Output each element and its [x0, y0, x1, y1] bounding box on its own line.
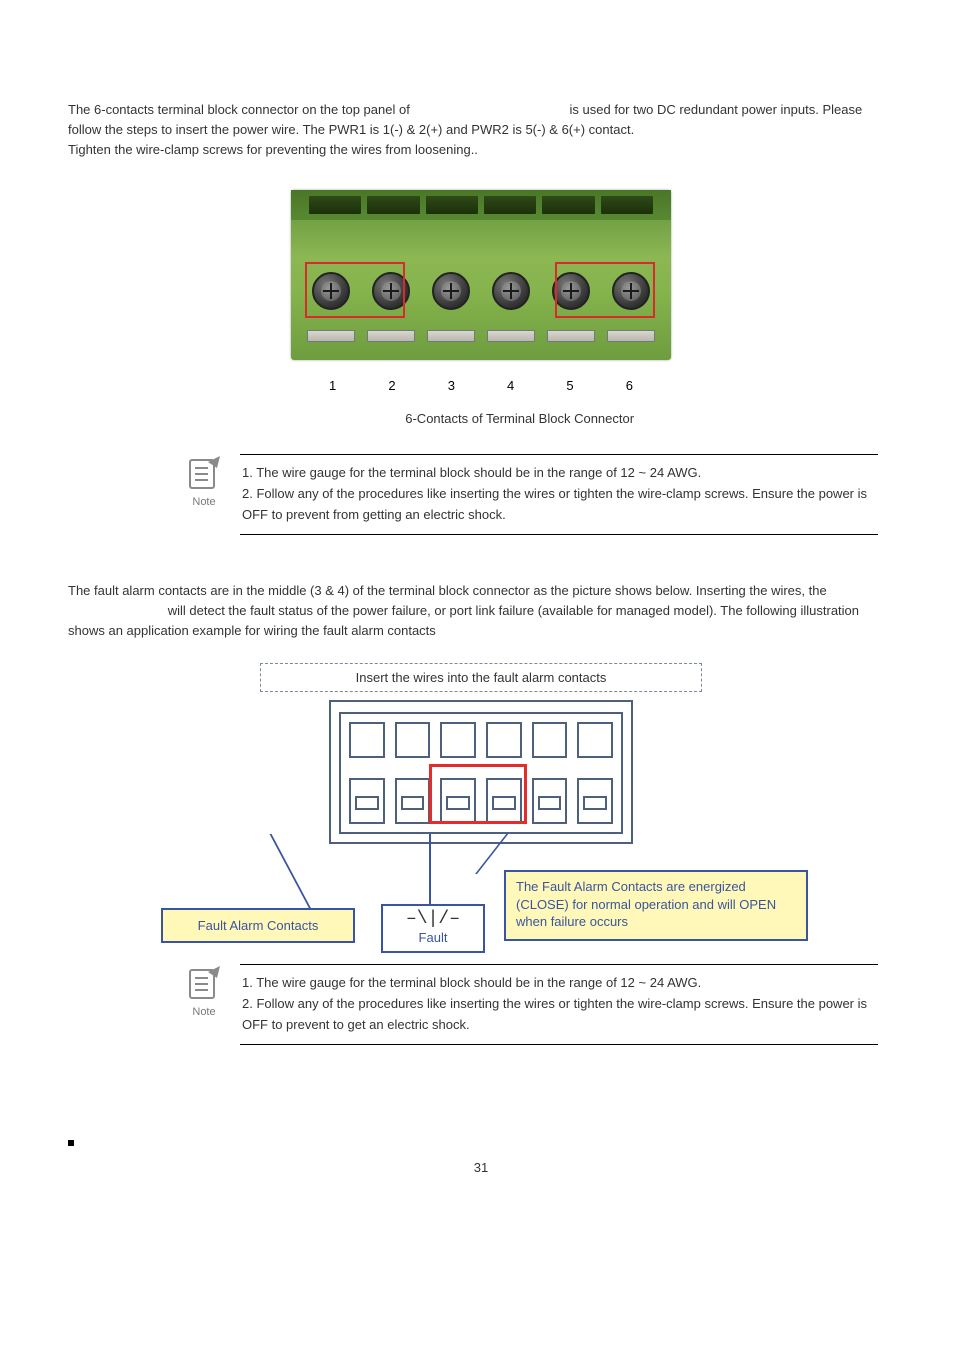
note-block-1: Note 1. The wire gauge for the terminal …	[178, 454, 878, 534]
highlight-box-pwr1	[305, 262, 405, 318]
callout-left: Fault Alarm Contacts	[161, 908, 355, 943]
terminal-number: 6	[600, 378, 659, 393]
terminal-block-figure: 1 2 3 4 5 6	[291, 190, 671, 393]
wire-slot	[426, 196, 478, 214]
callout-connector	[475, 834, 542, 874]
fault-alarm-figure: Insert the wires into the fault alarm co…	[171, 663, 791, 954]
ft-screw-icon	[395, 778, 431, 824]
callout-connector	[270, 834, 381, 912]
wire-slot	[367, 196, 419, 214]
fault-symbol-icon: –\|/–	[383, 906, 483, 930]
fault-highlight-box	[429, 764, 527, 824]
ft-slot	[532, 722, 568, 758]
terminal-number: 2	[362, 378, 421, 393]
wire-slot	[484, 196, 536, 214]
note-label: Note	[178, 1006, 230, 1018]
ft-screw-icon	[577, 778, 613, 824]
fault-terminal-diagram	[329, 700, 633, 844]
note-text: 1. The wire gauge for the terminal block…	[240, 454, 878, 534]
terminal-number: 3	[422, 378, 481, 393]
wire-slot	[601, 196, 653, 214]
wire-slot	[309, 196, 361, 214]
screw-icon	[432, 272, 470, 310]
page-number: 31	[68, 1160, 894, 1175]
fault-top-banner: Insert the wires into the fault alarm co…	[260, 663, 702, 692]
wire-slot	[542, 196, 594, 214]
note-line: 2. Follow any of the procedures like ins…	[242, 484, 876, 526]
ft-slot	[486, 722, 522, 758]
figure-caption-1: Figure 2-14: 6-Contacts of Terminal Bloc…	[68, 411, 894, 426]
terminal-number-row: 1 2 3 4 5 6	[291, 378, 671, 393]
fault-mid-label: Fault	[383, 930, 483, 951]
terminal-number: 4	[481, 378, 540, 393]
screw-icon	[492, 272, 530, 310]
terminal-number: 5	[540, 378, 599, 393]
highlight-box-pwr2	[555, 262, 655, 318]
callout-connector	[429, 834, 431, 904]
ft-slot	[349, 722, 385, 758]
ft-screw-icon	[532, 778, 568, 824]
note-icon: Note	[178, 454, 230, 508]
note-text: 1. The wire gauge for the terminal block…	[240, 964, 878, 1044]
sec1-body: The 6-contacts terminal block connector …	[68, 100, 894, 140]
note-block-2: Note 1. The wire gauge for the terminal …	[178, 964, 878, 1044]
sec2-body: The fault alarm contacts are in the midd…	[68, 581, 894, 641]
note-line: 1. The wire gauge for the terminal block…	[242, 973, 876, 994]
terminal-number: 1	[303, 378, 362, 393]
page: The 6-contacts terminal block connector …	[0, 0, 954, 1215]
note-icon: Note	[178, 964, 230, 1018]
sec1-step: Tighten the wire-clamp screws for preven…	[68, 140, 894, 160]
bullet-row: Digital Input	[68, 1135, 894, 1152]
ft-slot	[440, 722, 476, 758]
ft-screw-icon	[349, 778, 385, 824]
note-label: Note	[178, 496, 230, 508]
bullet-label: Digital Input	[90, 1135, 177, 1152]
note-line: 2. Follow any of the procedures like ins…	[242, 994, 876, 1036]
terminal-block-image	[291, 190, 671, 360]
callout-mid: –\|/– Fault	[381, 904, 485, 953]
callout-right: The Fault Alarm Contacts are energized (…	[504, 870, 808, 941]
wire-slot-row	[291, 190, 671, 220]
label-strip	[301, 330, 661, 348]
note-line: 1. The wire gauge for the terminal block…	[242, 463, 876, 484]
ft-slot	[395, 722, 431, 758]
bullet-square-icon	[68, 1140, 74, 1146]
ft-slot	[577, 722, 613, 758]
